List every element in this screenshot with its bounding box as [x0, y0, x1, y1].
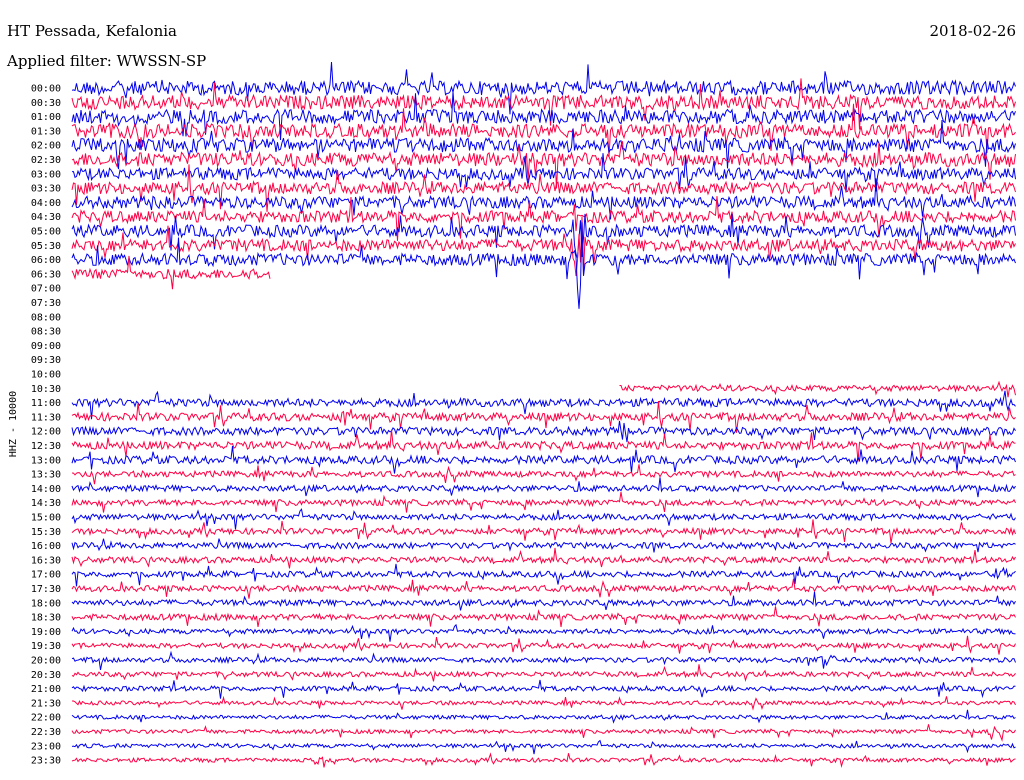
row-time-label: 15:30 — [31, 527, 61, 538]
row-time-label: 12:30 — [31, 441, 61, 452]
row-time-label: 13:30 — [31, 470, 61, 481]
row-time-label: 05:00 — [31, 227, 61, 238]
row-time-label: 11:00 — [31, 398, 61, 409]
row-time-label: 06:00 — [31, 255, 61, 266]
row-time-label: 14:00 — [31, 484, 61, 495]
row-labels: 00:00 00:30 01:00 01:30 02:00 02:30 03:00 03:30… — [31, 84, 61, 767]
trace-row-1600 — [71, 538, 1016, 553]
row-time-label: 07:30 — [31, 298, 61, 309]
row-time-label: 01:00 — [31, 112, 61, 123]
row-time-label: 05:30 — [31, 241, 61, 252]
trace-row-1800 — [71, 591, 1016, 611]
row-time-label: 22:00 — [31, 713, 61, 724]
row-time-label: 15:00 — [31, 513, 61, 524]
trace-row-2300 — [71, 739, 1016, 755]
row-time-label: 02:30 — [31, 155, 61, 166]
row-time-label: 16:30 — [31, 555, 61, 566]
trace-row-1700 — [71, 563, 1016, 587]
row-time-label: 01:30 — [31, 126, 61, 137]
trace-row-1400 — [71, 477, 1016, 498]
trace-row-2230 — [71, 724, 1016, 742]
trace-row-1730 — [71, 578, 1016, 599]
row-time-label: 16:00 — [31, 541, 61, 552]
trace-row-0630 — [71, 255, 271, 290]
station-title: HT Pessada, Kefalonia — [7, 22, 177, 40]
row-time-label: 09:00 — [31, 341, 61, 352]
trace-row-1500 — [71, 508, 1016, 530]
trace-row-0530 — [71, 216, 1016, 276]
trace-row-2200 — [71, 709, 1016, 724]
trace-row-2100 — [71, 679, 1016, 699]
row-time-label: 08:30 — [31, 327, 61, 338]
row-time-label: 03:30 — [31, 184, 61, 195]
filter-label: Applied filter: WWSSN-SP — [6, 52, 206, 70]
row-time-label: 11:30 — [31, 412, 61, 423]
channel-label: HHZ - 10000 — [8, 391, 19, 457]
trace-row-1900 — [71, 623, 1016, 642]
trace-row-0230 — [71, 141, 1016, 189]
row-time-label: 19:30 — [31, 641, 61, 652]
trace-row-1830 — [71, 606, 1016, 628]
row-time-label: 08:00 — [31, 312, 61, 323]
trace-row-1530 — [71, 519, 1016, 544]
helicorder-plot: HT Pessada, Kefalonia 2018-02-26 Applied… — [6, 22, 1016, 768]
row-time-label: 00:00 — [31, 84, 61, 95]
row-time-label: 21:30 — [31, 698, 61, 709]
row-time-label: 07:00 — [31, 284, 61, 295]
trace-row-1030 — [619, 380, 1016, 398]
row-time-label: 20:30 — [31, 670, 61, 681]
row-time-label: 22:30 — [31, 727, 61, 738]
trace-row-1300 — [71, 446, 1016, 474]
row-time-label: 06:30 — [31, 269, 61, 280]
row-time-label: 12:00 — [31, 427, 61, 438]
trace-row-1430 — [71, 491, 1016, 513]
row-time-label: 10:00 — [31, 370, 61, 381]
row-time-label: 23:00 — [31, 741, 61, 752]
row-time-label: 21:00 — [31, 684, 61, 695]
row-time-label: 18:00 — [31, 598, 61, 609]
trace-row-1330 — [71, 464, 1016, 485]
trace-row-1930 — [71, 635, 1016, 655]
row-time-label: 17:30 — [31, 584, 61, 595]
trace-row-0130 — [71, 103, 1016, 158]
row-time-label: 00:30 — [31, 98, 61, 109]
row-time-label: 23:30 — [31, 756, 61, 767]
trace-row-2030 — [71, 664, 1016, 683]
row-time-label: 14:30 — [31, 498, 61, 509]
row-time-label: 10:30 — [31, 384, 61, 395]
date-label: 2018-02-26 — [930, 22, 1016, 40]
trace-row-2130 — [72, 695, 1016, 711]
row-time-label: 20:00 — [31, 656, 61, 667]
row-time-label: 03:00 — [31, 169, 61, 180]
row-time-label: 19:00 — [31, 627, 61, 638]
trace-row-2330 — [71, 752, 1016, 768]
row-time-label: 18:30 — [31, 613, 61, 624]
trace-row-1200 — [71, 420, 1016, 443]
row-time-label: 13:00 — [31, 455, 61, 466]
row-time-label: 04:00 — [31, 198, 61, 209]
trace-row-1630 — [71, 547, 1016, 569]
row-time-label: 09:30 — [31, 355, 61, 366]
row-time-label: 04:30 — [31, 212, 61, 223]
trace-row-2000 — [71, 650, 1016, 670]
row-time-label: 02:00 — [31, 141, 61, 152]
seismic-traces — [71, 61, 1016, 768]
row-time-label: 17:00 — [31, 570, 61, 581]
